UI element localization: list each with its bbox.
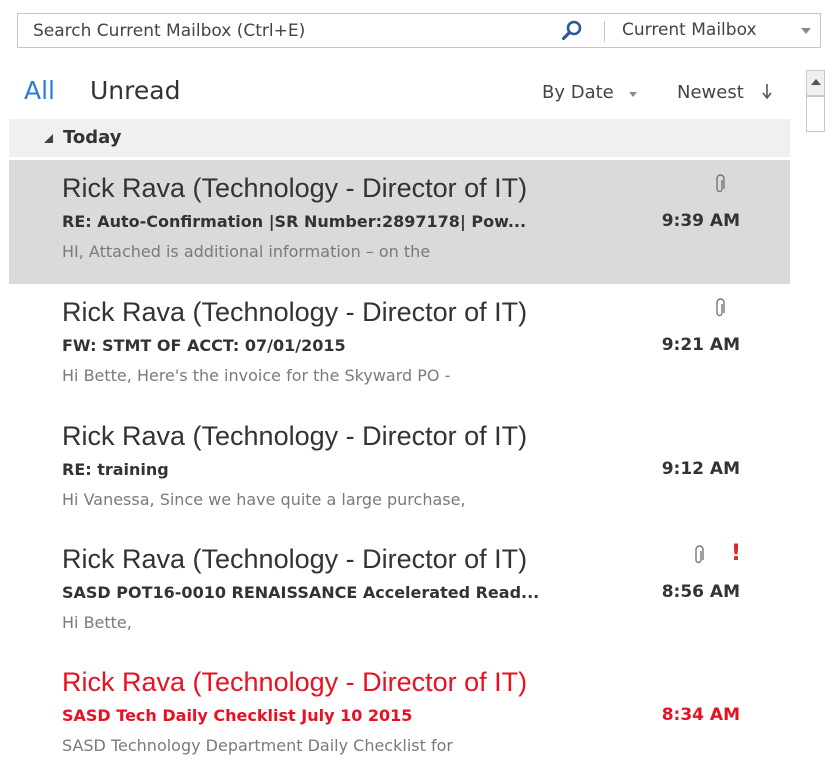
message-list: Rick Rava (Technology - Director of IT) … <box>9 160 790 758</box>
search-icon[interactable] <box>560 19 584 43</box>
vertical-scrollbar[interactable] <box>806 70 825 758</box>
attachment-paperclip-icon <box>716 298 725 317</box>
message-preview: SASD Technology Department Daily Checkli… <box>62 736 453 755</box>
high-importance-icon: ! <box>731 541 742 566</box>
group-header-today[interactable]: Today <box>9 119 790 157</box>
message-time: 8:56 AM <box>661 582 740 602</box>
collapse-triangle-icon[interactable] <box>44 134 53 143</box>
arrow-down-icon[interactable] <box>761 81 773 101</box>
search-input[interactable] <box>18 14 548 47</box>
sort-order-toggle[interactable]: Newest <box>677 82 744 103</box>
message-sender: Rick Rava (Technology - Director of IT) <box>62 297 528 327</box>
message-time: 9:39 AM <box>661 211 740 231</box>
message-subject: FW: STMT OF ACCT: 07/01/2015 <box>62 336 346 355</box>
attachment-paperclip-icon <box>716 174 725 193</box>
message-subject: SASD POT16-0010 RENAISSANCE Accelerated … <box>62 583 540 602</box>
search-scope-dropdown[interactable]: Current Mailbox <box>608 14 820 47</box>
message-preview: HI, Attached is additional information –… <box>62 242 431 261</box>
arrow-up-icon <box>811 79 821 85</box>
scrollbar-thumb[interactable] <box>806 96 825 132</box>
scroll-up-button[interactable] <box>806 70 825 96</box>
message-item[interactable]: Rick Rava (Technology - Director of IT) … <box>9 160 790 284</box>
message-preview: Hi Vanessa, Since we have quite a large … <box>62 490 466 509</box>
message-item[interactable]: Rick Rava (Technology - Director of IT) … <box>9 654 790 778</box>
message-time: 9:21 AM <box>661 335 740 355</box>
message-subject: RE: training <box>62 460 169 479</box>
group-label: Today <box>63 127 122 148</box>
message-item[interactable]: Rick Rava (Technology - Director of IT) … <box>9 284 790 408</box>
message-sender: Rick Rava (Technology - Director of IT) <box>62 173 528 203</box>
message-subject: RE: Auto-Confirmation |SR Number:2897178… <box>62 212 527 231</box>
attachment-paperclip-icon <box>695 545 704 564</box>
message-preview: Hi Bette, Here's the invoice for the Sky… <box>62 366 451 385</box>
message-time: 8:34 AM <box>661 705 740 725</box>
message-time: 9:12 AM <box>661 459 740 479</box>
sort-by-dropdown[interactable]: By Date <box>542 82 614 103</box>
chevron-down-icon[interactable] <box>629 92 637 97</box>
search-bar: Current Mailbox <box>17 13 821 48</box>
message-sender: Rick Rava (Technology - Director of IT) <box>62 421 528 451</box>
chevron-down-icon[interactable] <box>801 28 811 34</box>
filter-all-tab[interactable]: All <box>24 76 55 105</box>
search-divider <box>604 21 605 42</box>
filter-unread-tab[interactable]: Unread <box>90 76 180 105</box>
message-item[interactable]: Rick Rava (Technology - Director of IT) … <box>9 531 790 655</box>
message-sender: Rick Rava (Technology - Director of IT) <box>62 667 528 697</box>
message-item[interactable]: Rick Rava (Technology - Director of IT) … <box>9 408 790 532</box>
search-scope-label: Current Mailbox <box>622 20 757 40</box>
message-subject: SASD Tech Daily Checklist July 10 2015 <box>62 706 413 725</box>
message-preview: Hi Bette, <box>62 613 132 632</box>
message-sender: Rick Rava (Technology - Director of IT) <box>62 544 528 574</box>
